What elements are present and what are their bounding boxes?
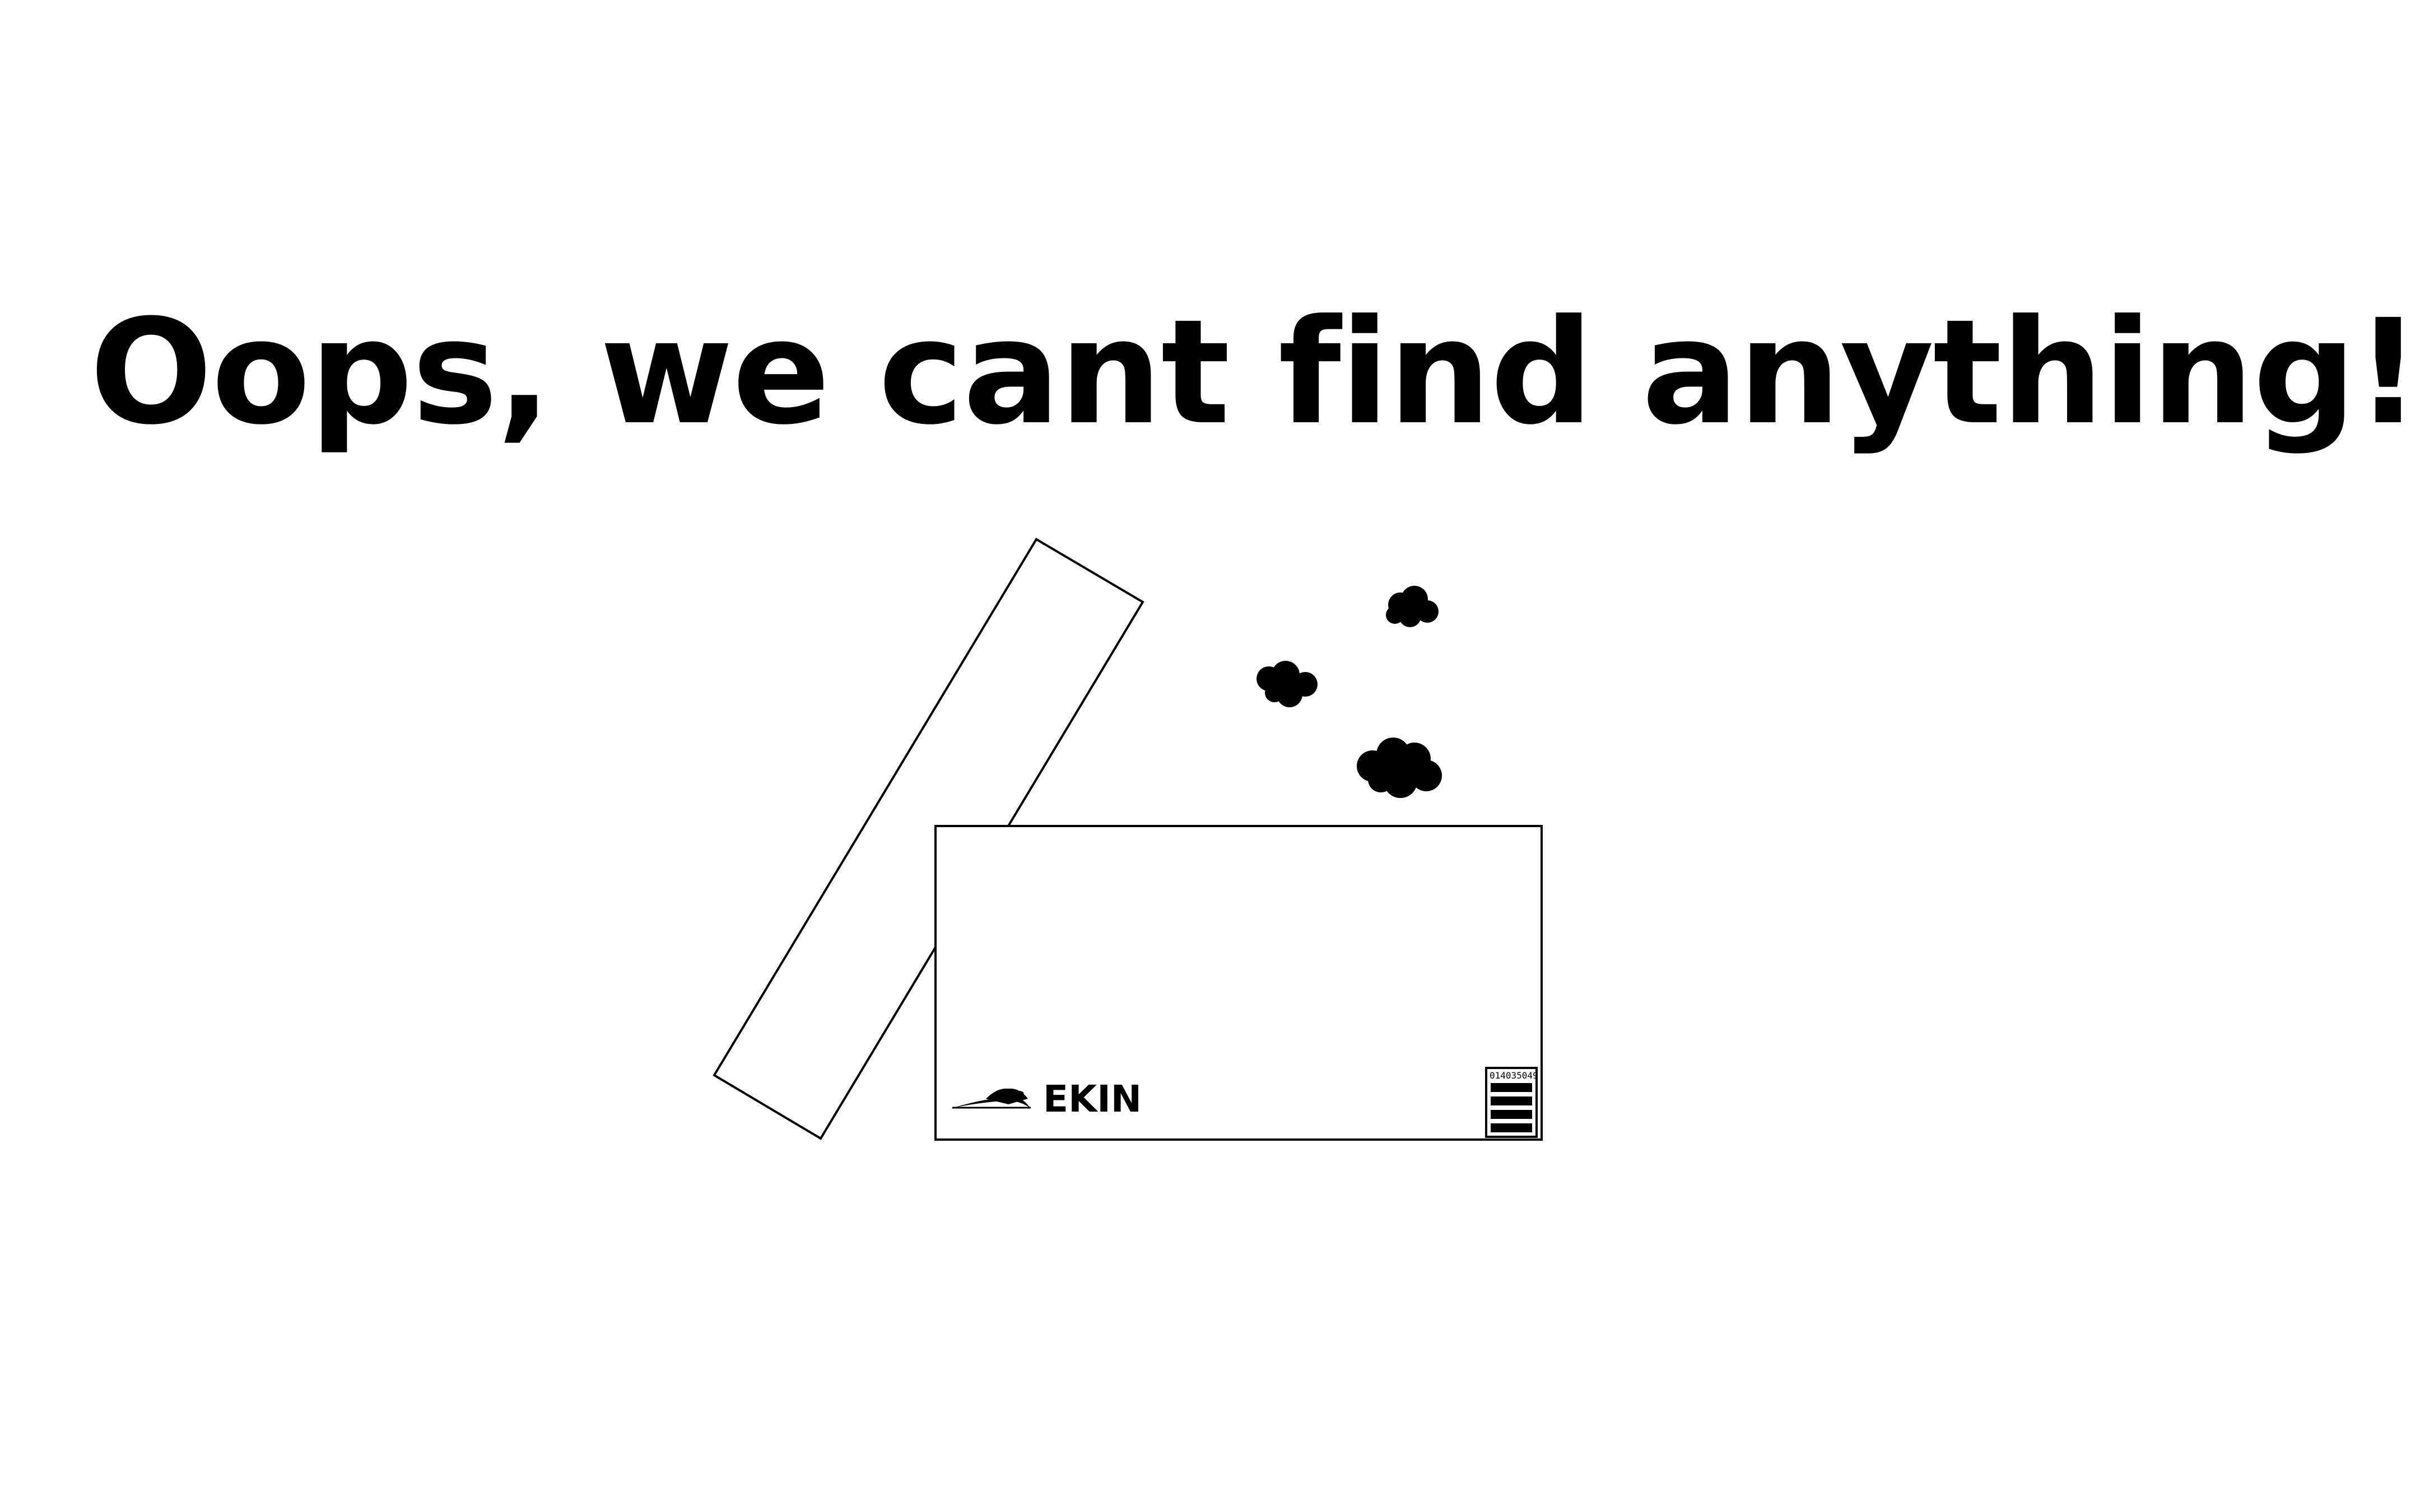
- dust-cloud-icon: [1256, 661, 1318, 707]
- box-body: [934, 825, 1543, 1141]
- barcode-number: 014035049: [1490, 1070, 1538, 1081]
- dust-cloud-icon: [1357, 738, 1442, 798]
- barcode-icon: 014035049: [1485, 1067, 1538, 1138]
- box-brand-label: EKIN: [1043, 1077, 1142, 1121]
- dust-cloud-icon: [1386, 586, 1439, 627]
- empty-box-illustration: EKIN 014035049: [713, 538, 1543, 1141]
